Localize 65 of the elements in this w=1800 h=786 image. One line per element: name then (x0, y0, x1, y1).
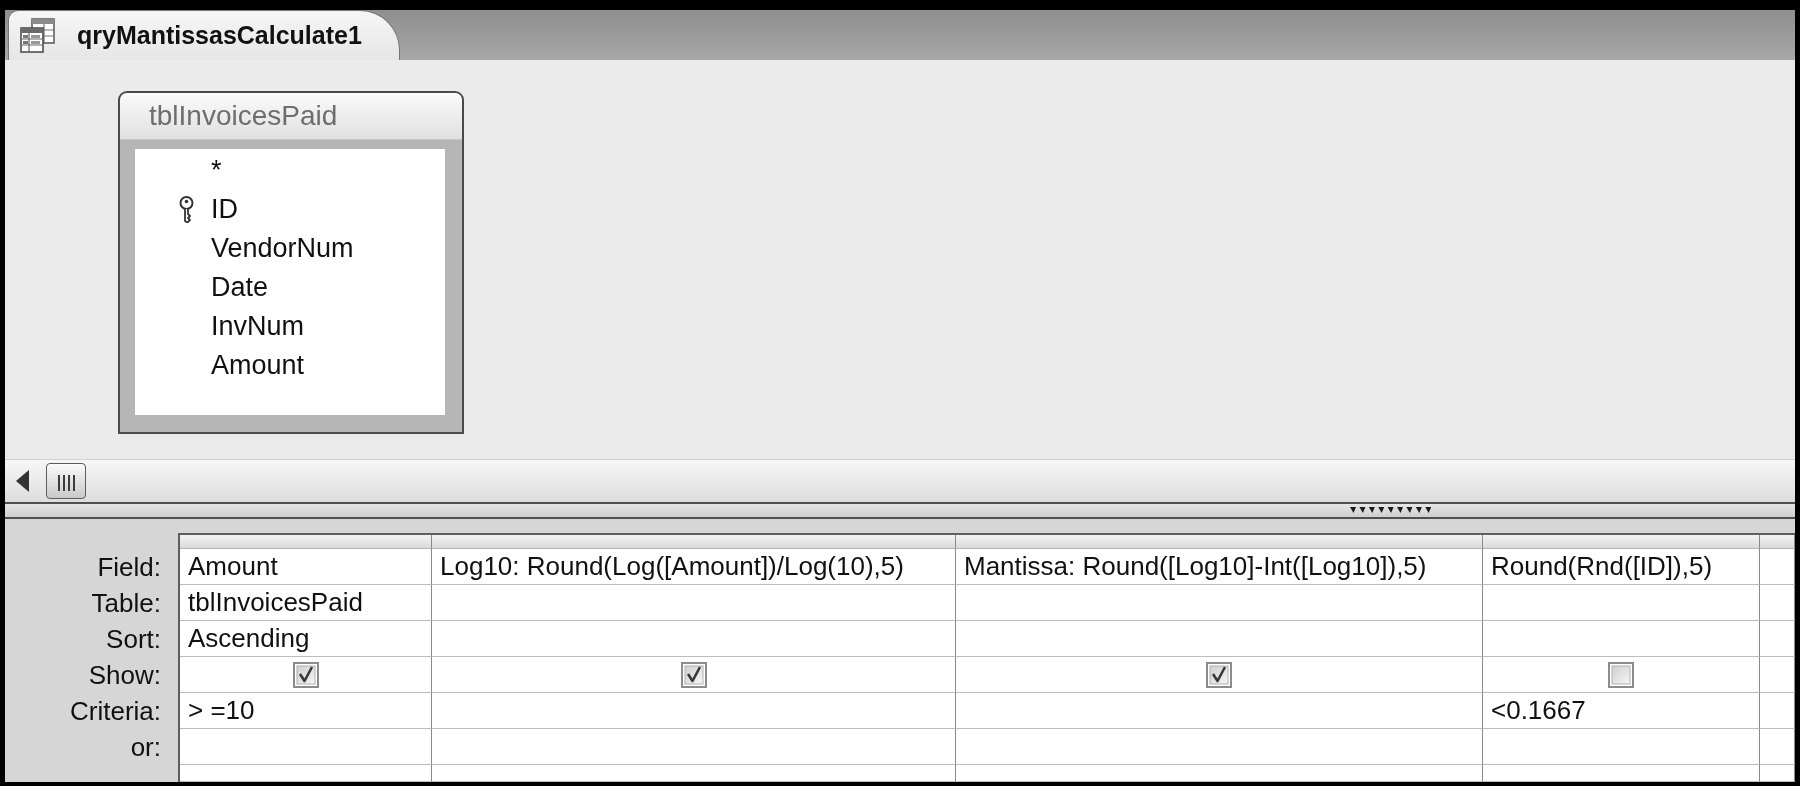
grid-cell[interactable] (1760, 765, 1795, 782)
grid-cell[interactable] (956, 585, 1483, 621)
grid-cell[interactable] (180, 765, 432, 782)
show-checkbox[interactable] (680, 661, 707, 688)
grid-cell[interactable] (1483, 765, 1760, 782)
row-label: Sort: (105, 622, 162, 656)
grid-cell[interactable] (180, 729, 432, 765)
scrollbar-thumb[interactable] (46, 463, 86, 499)
grid-cell[interactable] (1483, 729, 1760, 765)
grid-cell[interactable]: Amount (180, 549, 432, 585)
grid-cell[interactable] (432, 585, 956, 621)
grid-cell[interactable]: Mantissa: Round([Log10]-Int([Log10]),5) (956, 549, 1483, 585)
grid-cell[interactable] (956, 729, 1483, 765)
grid-cell[interactable] (432, 657, 956, 693)
row-label: Criteria: (69, 694, 162, 728)
column-selector[interactable] (1483, 535, 1760, 549)
column-selector[interactable] (956, 535, 1483, 549)
row-label: Table: (90, 586, 162, 620)
grid-cell[interactable] (432, 765, 956, 782)
grid-cell[interactable] (1483, 621, 1760, 657)
table-grid-icon (20, 18, 55, 53)
grid-cell[interactable] (956, 657, 1483, 693)
show-checkbox[interactable] (1206, 661, 1232, 688)
document-tab[interactable]: qryMantissasCalculate1 (8, 10, 400, 60)
scroll-left-arrow-icon[interactable] (16, 470, 29, 492)
field-name[interactable]: Amount (211, 350, 305, 381)
scrollbar-track[interactable] (5, 459, 1795, 504)
field-name[interactable]: VendorNum (211, 233, 354, 264)
splitter-grip-icon[interactable] (1349, 507, 1433, 514)
grid-cell[interactable] (432, 621, 956, 657)
table-window[interactable]: tblInvoicesPaid * ID VendorNum Date InvNum Amount (118, 91, 464, 434)
grid-cell[interactable]: <0.1667 (1483, 693, 1760, 729)
grid-cell[interactable] (956, 765, 1483, 782)
grid-cell[interactable] (1483, 585, 1760, 621)
grid-cell[interactable]: > =10 (180, 693, 432, 729)
grid-cell[interactable]: Round(Rnd([ID]),5) (1483, 549, 1760, 585)
field-name[interactable]: Date (211, 272, 269, 303)
grid-cell[interactable] (1760, 549, 1795, 585)
grid-cell[interactable] (1760, 621, 1795, 657)
grid-cell[interactable] (432, 693, 956, 729)
column-selector[interactable] (180, 535, 432, 549)
column-selector[interactable] (432, 535, 956, 549)
grid-cell[interactable]: Log10: Round(Log([Amount])/Log(10),5) (432, 549, 956, 585)
grid-cell[interactable] (1760, 729, 1795, 765)
field-name[interactable]: ID (211, 194, 238, 225)
grid-cell[interactable] (1760, 657, 1795, 693)
row-label: or: (129, 730, 162, 764)
grid-cell[interactable] (180, 657, 432, 693)
field-name[interactable]: * (211, 155, 222, 186)
column-selector[interactable] (1760, 535, 1795, 549)
grid-cell[interactable]: Ascending (180, 621, 432, 657)
grid-cell[interactable] (1760, 693, 1795, 729)
row-label: Field: (96, 550, 162, 584)
grid-cell[interactable] (432, 729, 956, 765)
splitter-bar[interactable] (5, 504, 1795, 519)
grid-cell[interactable] (956, 693, 1483, 729)
grid-cell[interactable] (1760, 585, 1795, 621)
grid-cell[interactable]: tblInvoicesPaid (180, 585, 432, 621)
table-window-title[interactable]: tblInvoicesPaid (120, 93, 462, 140)
show-checkbox[interactable] (292, 661, 319, 688)
show-checkbox[interactable] (1608, 661, 1634, 688)
grid-cell[interactable] (1483, 657, 1760, 693)
grid-cell[interactable] (956, 621, 1483, 657)
row-label: Show: (87, 658, 162, 692)
field-name[interactable]: InvNum (211, 311, 305, 342)
